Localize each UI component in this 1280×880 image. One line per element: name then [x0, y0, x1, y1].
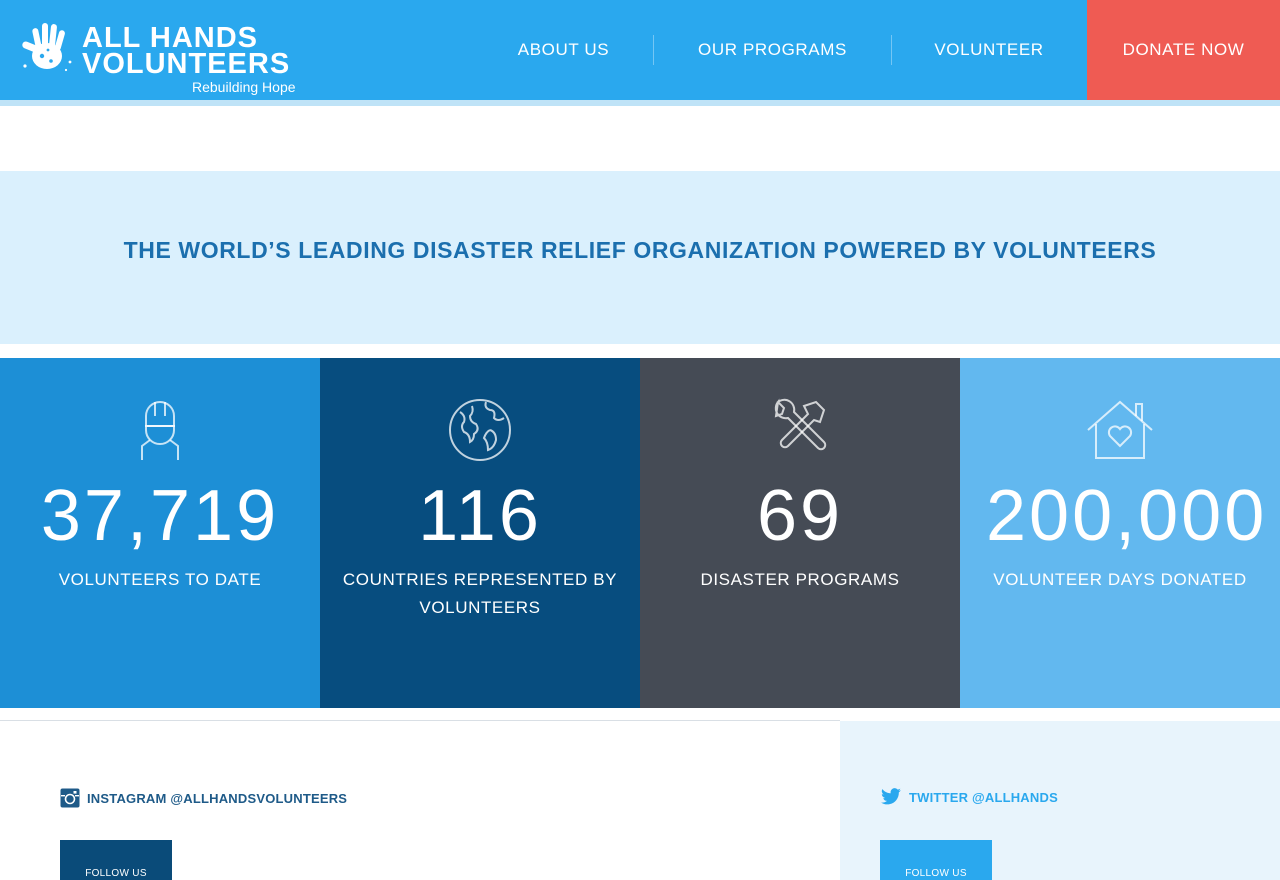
stat-number: 116: [418, 476, 542, 556]
nav-our-programs[interactable]: OUR PROGRAMS: [654, 0, 891, 100]
twitter-follow-button[interactable]: FOLLOW US: [880, 840, 992, 880]
logo-tagline: Rebuilding Hope: [192, 79, 296, 95]
site-header: ALL HANDS VOLUNTEERS Rebuilding Hope ABO…: [0, 0, 1280, 100]
hand-print-icon: [22, 23, 72, 72]
stat-number: 200,000: [986, 476, 1268, 556]
mission-banner: THE WORLD’S LEADING DISASTER RELIEF ORGA…: [0, 171, 1280, 344]
stat-number: 69: [756, 476, 844, 556]
twitter-heading[interactable]: TWITTER @ALLHANDS: [880, 788, 1058, 806]
instagram-icon: [60, 788, 80, 808]
stat-card-days: 200,000 VOLUNTEER DAYS DONATED: [960, 358, 1280, 708]
section-divider: [0, 720, 840, 721]
instagram-heading[interactable]: INSTAGRAM @ALLHANDSVOLUNTEERS: [60, 788, 347, 808]
instagram-follow-button[interactable]: FOLLOW US: [60, 840, 172, 880]
stat-number: 37,719: [40, 476, 280, 556]
twitter-handle: TWITTER @ALLHANDS: [909, 789, 1058, 805]
stat-label: VOLUNTEER DAYS DONATED: [993, 570, 1247, 589]
twitter-icon: [881, 788, 901, 805]
stat-label: DISASTER PROGRAMS: [700, 570, 900, 589]
stat-card-programs: 69 DISASTER PROGRAMS: [640, 358, 960, 708]
stat-label: COUNTRIES REPRESENTED BY VOLUNTEERS: [342, 570, 618, 617]
nav-volunteer[interactable]: VOLUNTEER: [892, 0, 1086, 100]
globe-icon: [449, 399, 511, 461]
nav-about-us[interactable]: ABOUT US: [474, 0, 653, 100]
mission-tagline: THE WORLD’S LEADING DISASTER RELIEF ORGA…: [123, 237, 1157, 263]
header-shadow-strip: [0, 100, 1280, 106]
house-heart-icon: [1087, 400, 1153, 459]
hard-hat-worker-icon: [141, 401, 179, 460]
instagram-handle: INSTAGRAM @ALLHANDSVOLUNTEERS: [87, 790, 348, 806]
site-logo[interactable]: ALL HANDS VOLUNTEERS Rebuilding Hope: [20, 18, 320, 98]
stat-label: VOLUNTEERS TO DATE: [58, 570, 262, 589]
logo-wordmark-line2: VOLUNTEERS: [82, 48, 291, 80]
donate-now-button[interactable]: DONATE NOW: [1087, 0, 1280, 100]
wrench-hammer-icon: [774, 398, 827, 451]
stat-card-volunteers: 37,719 VOLUNTEERS TO DATE: [0, 358, 320, 708]
stat-card-countries: 116 COUNTRIES REPRESENTED BY VOLUNTEERS: [320, 358, 640, 708]
